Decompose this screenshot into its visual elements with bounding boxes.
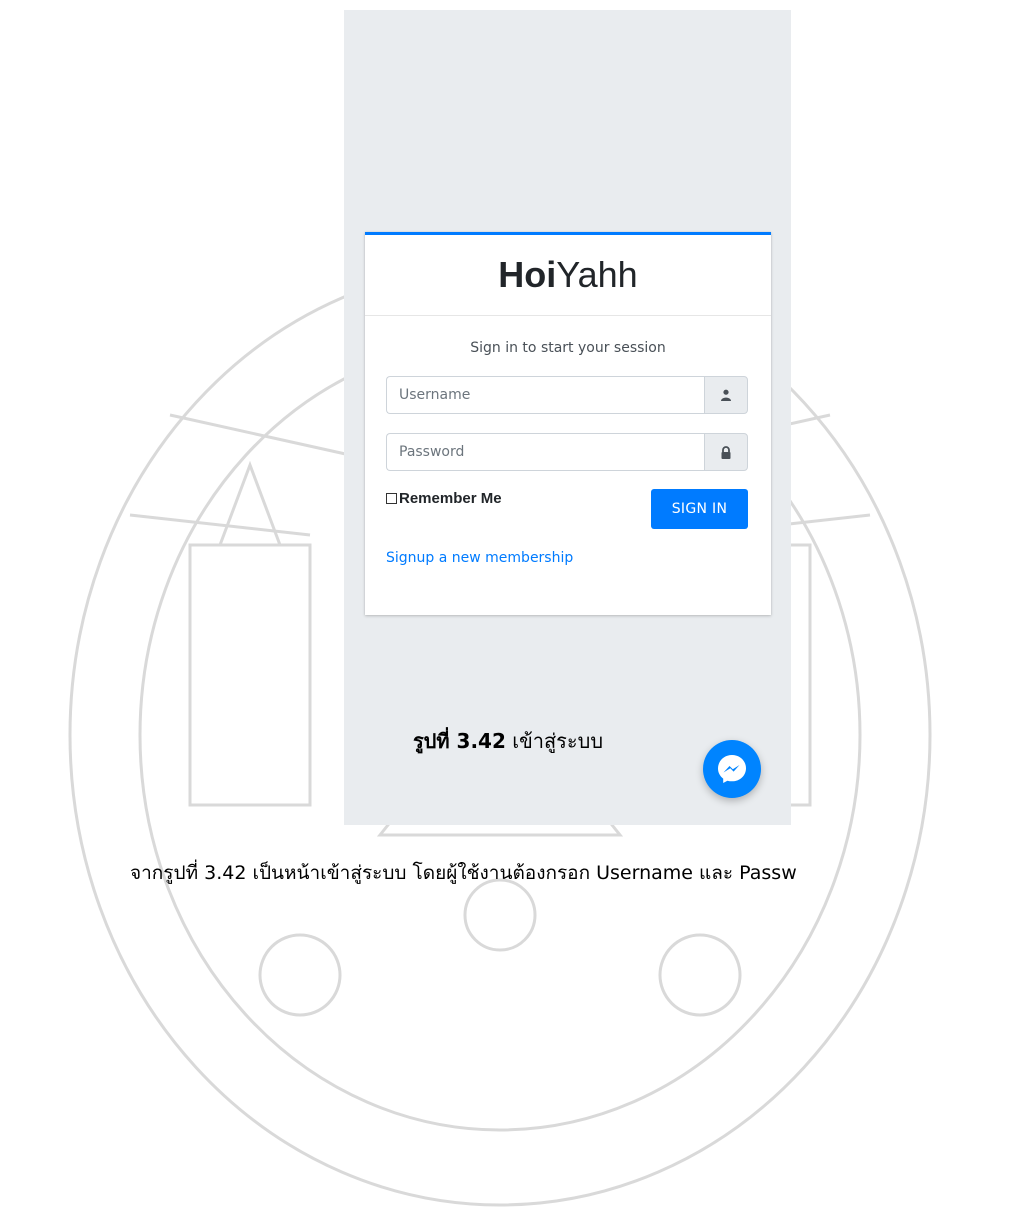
figure-number: รูปที่ 3.42: [412, 729, 506, 753]
password-group: [386, 433, 748, 471]
user-icon: [704, 376, 748, 414]
signup-link[interactable]: Signup a new membership: [386, 550, 573, 566]
login-subtitle: Sign in to start your session: [470, 340, 666, 356]
login-form: Sign in to start your session Remember M…: [365, 340, 771, 566]
remember-me-checkbox[interactable]: Remember Me: [386, 490, 502, 507]
password-input[interactable]: [386, 433, 704, 471]
checkbox-box[interactable]: [386, 493, 397, 504]
remember-me-label: Remember Me: [399, 490, 502, 507]
brand-header: Hoi Yahh: [365, 235, 771, 316]
username-group: [386, 376, 748, 414]
body-paragraph: จากรูปที่ 3.42 เป็นหน้าเข้าสู่ระบบ โดยผู…: [130, 862, 797, 884]
sign-in-button[interactable]: SIGN IN: [651, 489, 748, 529]
figure-caption: รูปที่ 3.42 เข้าสู่ระบบ: [0, 725, 1016, 757]
form-actions: Remember Me SIGN IN: [386, 489, 748, 540]
lock-icon: [704, 433, 748, 471]
brand-light: Yahh: [556, 254, 638, 295]
messenger-icon: [718, 755, 746, 783]
figure-title: เข้าสู่ระบบ: [505, 729, 604, 753]
login-screenshot: HoiYahh Sign in to start your session Re: [344, 10, 791, 825]
login-card: HoiYahh Sign in to start your session Re: [365, 232, 771, 615]
username-input[interactable]: [386, 376, 704, 414]
brand-bold: Hoi: [498, 254, 557, 295]
